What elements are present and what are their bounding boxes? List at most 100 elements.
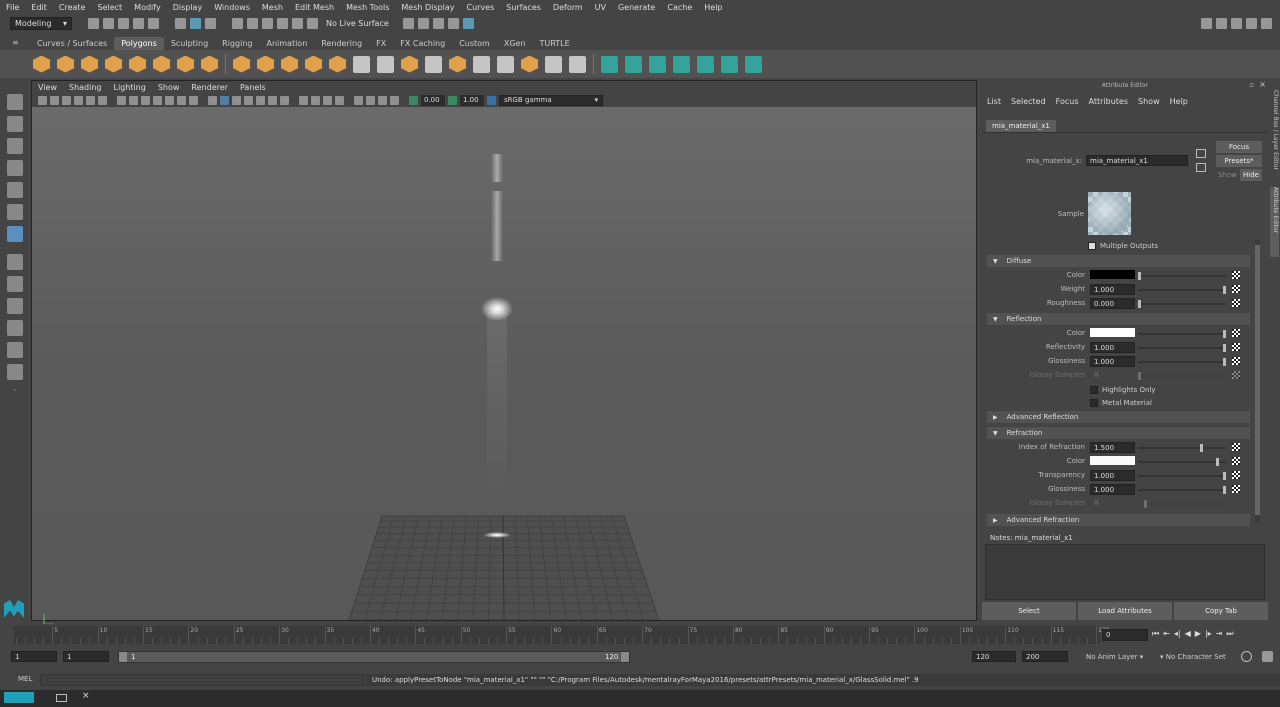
- grease-pencil-icon[interactable]: [98, 95, 107, 105]
- spherical-uv-icon[interactable]: [649, 55, 666, 73]
- viewport-menu-panels[interactable]: Panels: [234, 83, 272, 92]
- viewport-menu-renderer[interactable]: Renderer: [185, 83, 234, 92]
- menu-select[interactable]: Select: [91, 3, 128, 12]
- render-frame-icon[interactable]: [402, 17, 414, 29]
- map-button-icon[interactable]: [1232, 343, 1240, 351]
- persp-hypershade-layout-icon[interactable]: [7, 342, 23, 358]
- restore-window-icon[interactable]: [56, 694, 67, 702]
- tool-settings-icon[interactable]: [1246, 17, 1257, 29]
- map-button-icon[interactable]: [1232, 299, 1240, 307]
- maya-taskbar-icon[interactable]: [4, 692, 34, 703]
- refraction-section-header[interactable]: ▼ Refraction: [987, 427, 1250, 439]
- metal-material-checkbox[interactable]: [1090, 399, 1098, 407]
- safe-action-icon[interactable]: [177, 95, 186, 105]
- ae-menu-help[interactable]: Help: [1165, 97, 1193, 106]
- shelf-tab-fx[interactable]: FX: [369, 37, 393, 50]
- color-management-icon[interactable]: [487, 95, 496, 105]
- playback-start-field[interactable]: 1: [63, 651, 109, 662]
- film-gate-icon[interactable]: [129, 95, 138, 105]
- snap-point-icon[interactable]: [262, 17, 273, 29]
- camera-select-icon[interactable]: [38, 95, 47, 105]
- node-name-field[interactable]: mia_material_x1: [1086, 155, 1188, 166]
- rotate-tool-icon[interactable]: [7, 182, 23, 198]
- go-to-end-icon[interactable]: ⏭: [1226, 629, 1233, 639]
- grid-toggle-icon[interactable]: [117, 95, 126, 105]
- menu-mesh[interactable]: Mesh: [256, 3, 289, 12]
- menu-curves[interactable]: Curves: [460, 3, 500, 12]
- menu-file[interactable]: File: [0, 3, 25, 12]
- ior-slider[interactable]: [1138, 444, 1226, 452]
- 2d-pan-zoom-icon[interactable]: [86, 95, 95, 105]
- viewport-menu-lighting[interactable]: Lighting: [107, 83, 151, 92]
- redo-icon[interactable]: [148, 17, 159, 29]
- poly-sphere-icon[interactable]: [33, 55, 50, 73]
- checker-uv-icon[interactable]: [721, 55, 738, 73]
- shelf-menu-icon[interactable]: ≡: [12, 38, 22, 47]
- shelf-tab-curves-surfaces[interactable]: Curves / Surfaces: [30, 37, 114, 50]
- menu-edit[interactable]: Edit: [25, 3, 53, 12]
- live-surface-icon[interactable]: [307, 17, 318, 29]
- ae-menu-list[interactable]: List: [982, 97, 1006, 106]
- node-tab[interactable]: mia_material_x1: [986, 120, 1056, 132]
- map-button-icon[interactable]: [1232, 271, 1240, 279]
- viewport-menu-shading[interactable]: Shading: [63, 83, 108, 92]
- persp-outliner-layout-icon[interactable]: [7, 298, 23, 314]
- map-button-icon[interactable]: [1232, 471, 1240, 479]
- bevel-icon[interactable]: [449, 55, 466, 73]
- hypershade-icon[interactable]: [447, 17, 459, 29]
- new-scene-icon[interactable]: [88, 17, 99, 29]
- exposure-icon[interactable]: [409, 95, 418, 105]
- ior-field[interactable]: 1.500: [1090, 442, 1135, 453]
- shelf-tab-rendering[interactable]: Rendering: [314, 37, 369, 50]
- poly-pipe-icon[interactable]: [201, 55, 218, 73]
- reflection-color-slider[interactable]: [1138, 330, 1226, 338]
- mode-dropdown[interactable]: Modeling ▾: [10, 16, 72, 30]
- insert-edge-loop-icon[interactable]: [473, 55, 490, 73]
- offset-edge-loop-icon[interactable]: [497, 55, 514, 73]
- wireframe-on-shaded-icon[interactable]: [244, 95, 253, 105]
- diffuse-roughness-slider[interactable]: [1138, 300, 1226, 308]
- refraction-color-slider[interactable]: [1138, 458, 1226, 466]
- live-surface-label[interactable]: No Live Surface: [322, 19, 399, 28]
- mirror-icon[interactable]: [353, 55, 370, 73]
- image-plane-icon[interactable]: [74, 95, 83, 105]
- step-forward-frame-icon[interactable]: |▸: [1205, 629, 1212, 639]
- poly-torus-icon[interactable]: [129, 55, 146, 73]
- resolution-gate-icon[interactable]: [141, 95, 150, 105]
- shelf-tab-turtle[interactable]: TURTLE: [533, 37, 577, 50]
- use-all-lights-icon[interactable]: [268, 95, 277, 105]
- step-back-frame-icon[interactable]: ◂|: [1174, 629, 1181, 639]
- poly-pyramid-icon[interactable]: [177, 55, 194, 73]
- poly-cube-icon[interactable]: [57, 55, 74, 73]
- advanced-refraction-section-header[interactable]: ▶ Advanced Refraction: [987, 514, 1250, 526]
- ae-menu-attributes[interactable]: Attributes: [1084, 97, 1134, 106]
- load-attributes-button[interactable]: Load Attributes: [1078, 602, 1172, 620]
- highlights-only-checkbox[interactable]: [1090, 386, 1098, 394]
- reflection-color-swatch[interactable]: [1090, 328, 1135, 337]
- focus-button[interactable]: Focus: [1216, 141, 1262, 153]
- menu-deform[interactable]: Deform: [547, 3, 589, 12]
- diffuse-color-swatch[interactable]: [1090, 270, 1135, 279]
- planar-uv-icon[interactable]: [601, 55, 618, 73]
- toggle-panel-icon[interactable]: [1216, 17, 1227, 29]
- notes-textarea[interactable]: [985, 544, 1265, 600]
- range-bar[interactable]: 1 120: [118, 651, 630, 663]
- menu-mesh-tools[interactable]: Mesh Tools: [340, 3, 395, 12]
- gamma-icon[interactable]: [448, 95, 457, 105]
- refraction-glossiness-field[interactable]: 1.000: [1090, 484, 1135, 495]
- snap-view-icon[interactable]: [277, 17, 288, 29]
- open-scene-icon[interactable]: [103, 17, 114, 29]
- separate-icon[interactable]: [257, 55, 274, 73]
- multiple-outputs-checkbox[interactable]: [1088, 242, 1096, 250]
- cylindrical-uv-icon[interactable]: [625, 55, 642, 73]
- bridge-icon[interactable]: [425, 55, 442, 73]
- diffuse-color-slider[interactable]: [1138, 272, 1226, 280]
- shelf-tab-polygons[interactable]: Polygons: [114, 37, 164, 50]
- attribute-scrollbar[interactable]: [1255, 239, 1260, 523]
- persp-graph-layout-icon[interactable]: [7, 320, 23, 336]
- output-connections-icon[interactable]: [1196, 163, 1206, 172]
- map-button-icon[interactable]: [1232, 485, 1240, 493]
- four-view-layout-icon[interactable]: [7, 276, 23, 292]
- reflection-glossiness-field[interactable]: 1.000: [1090, 356, 1135, 367]
- menu-cache[interactable]: Cache: [661, 3, 698, 12]
